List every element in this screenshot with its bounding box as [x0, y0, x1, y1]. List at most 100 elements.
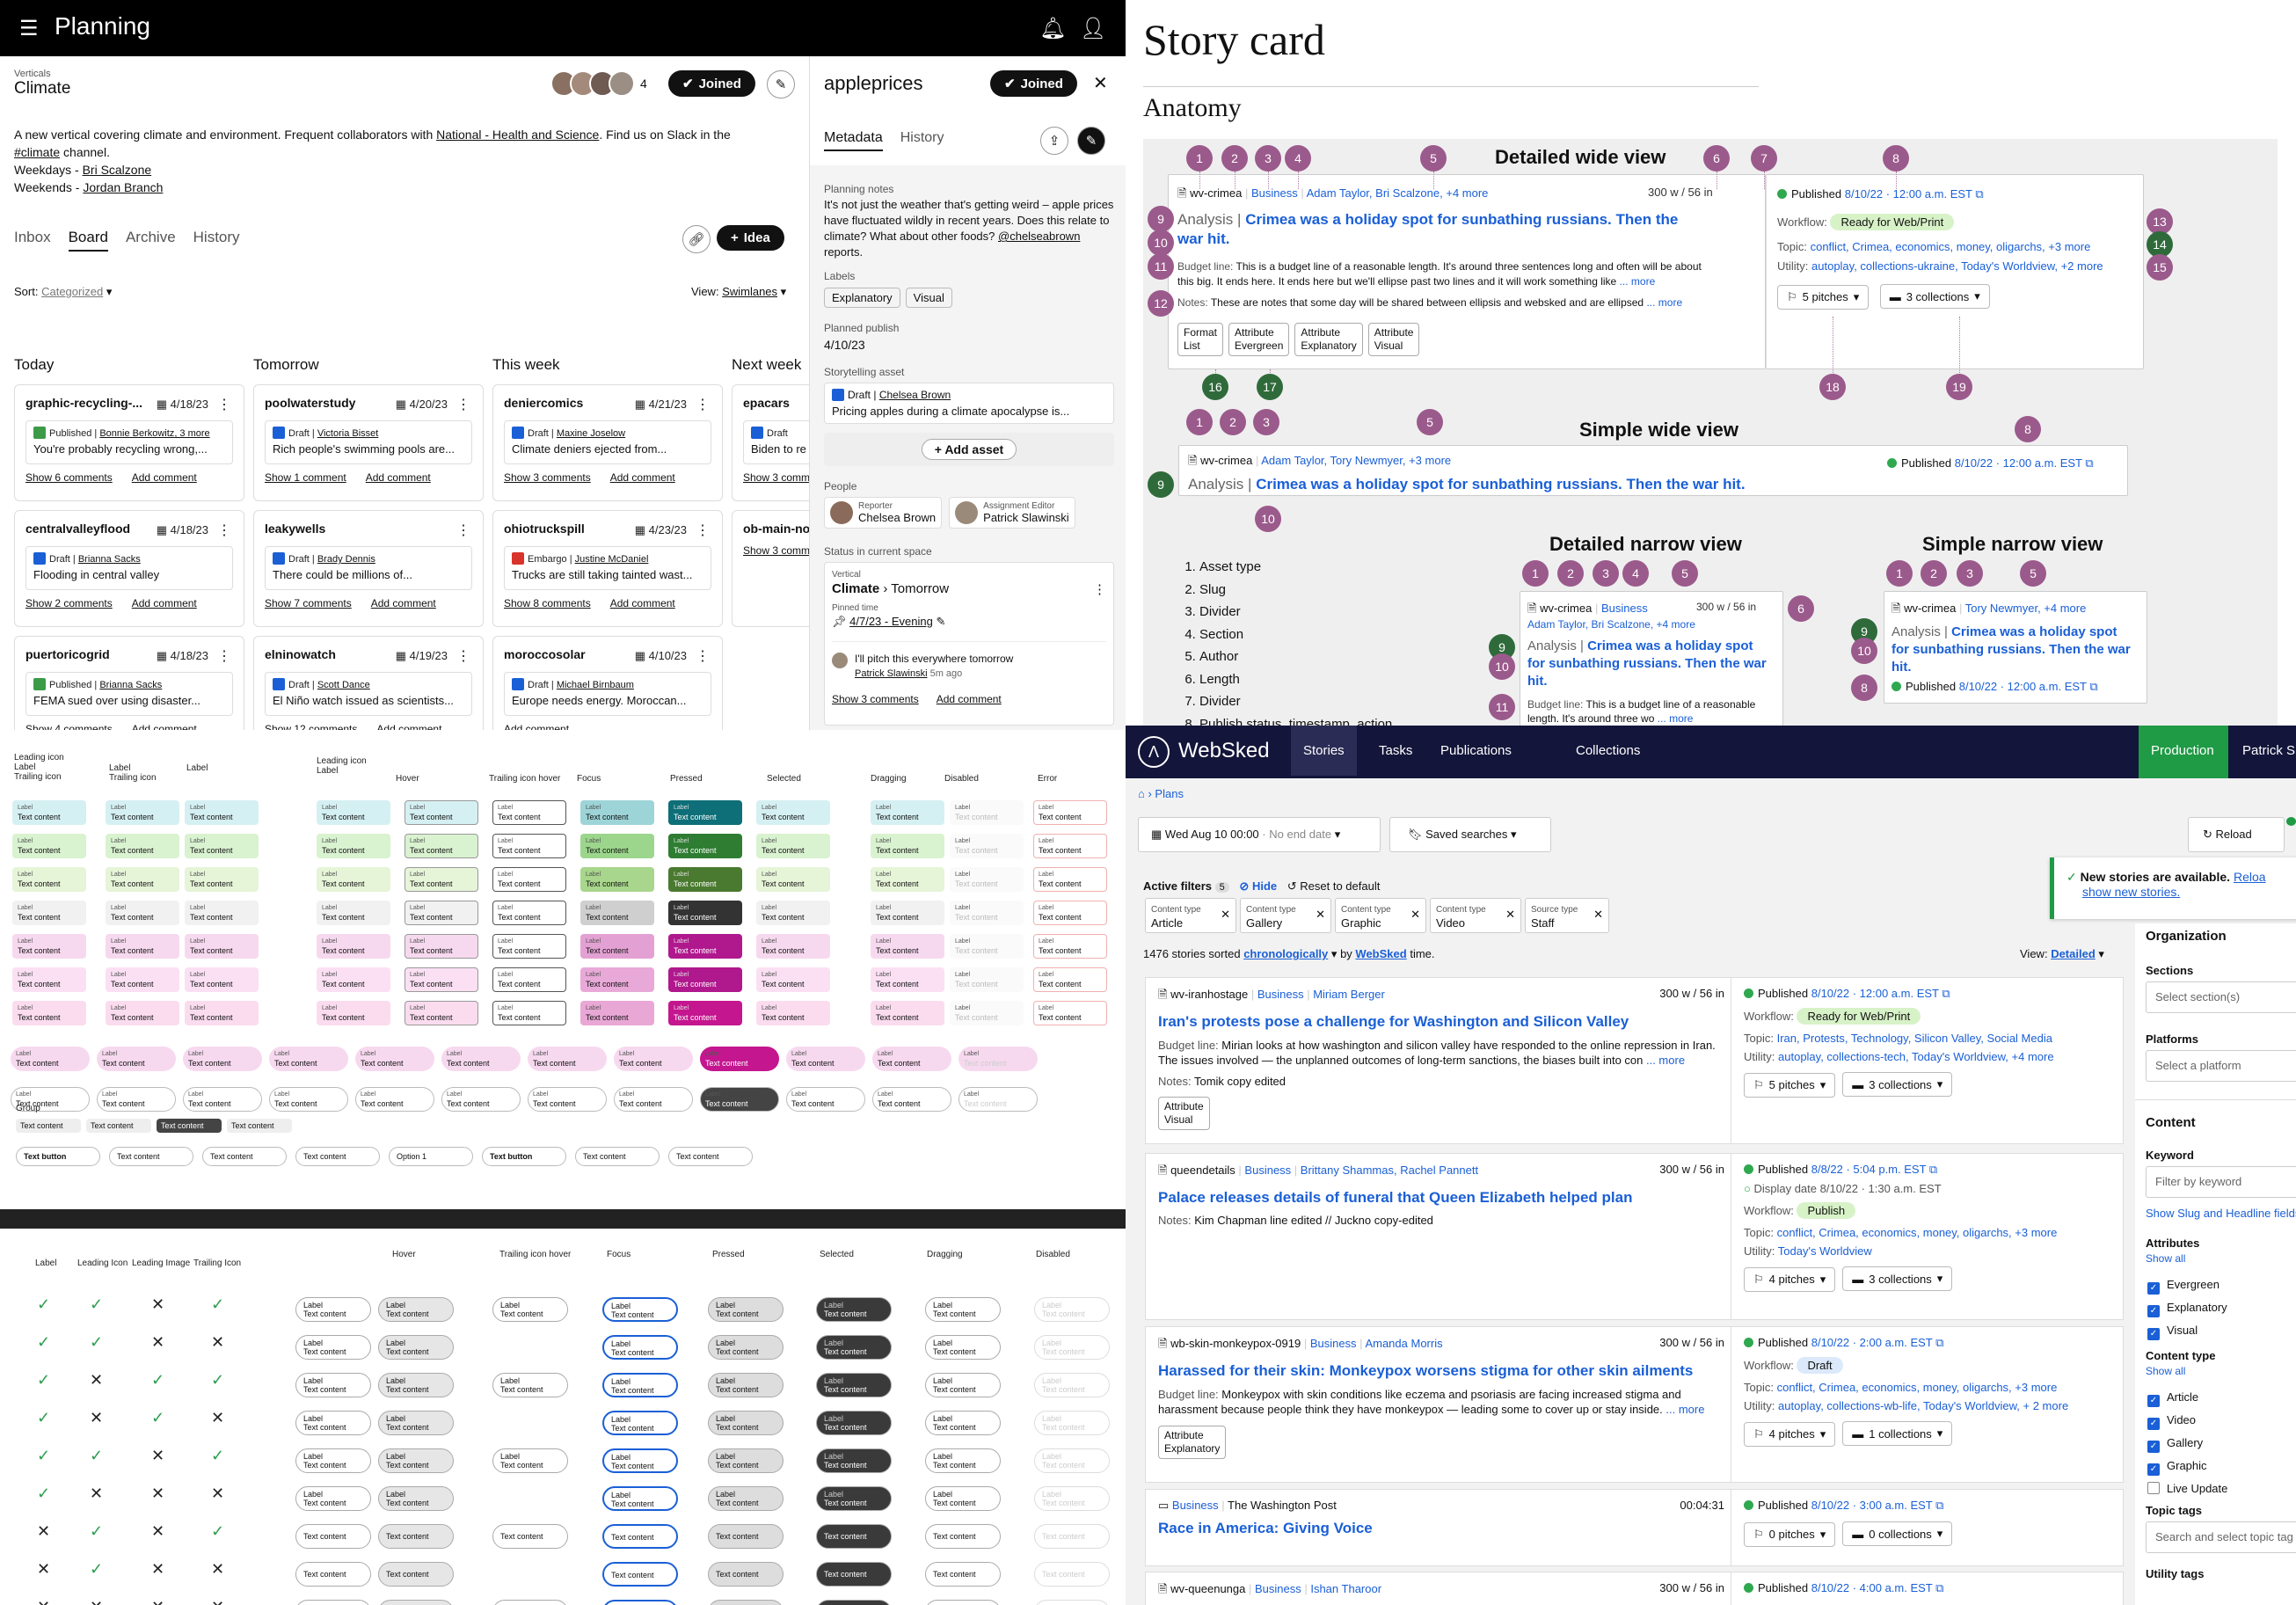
add-comment-link[interactable]: Add comment: [376, 723, 441, 730]
share-icon[interactable]: ⇪: [1040, 127, 1068, 155]
pill-chip[interactable]: Label Text content: [492, 1297, 568, 1322]
content-type-checkbox[interactable]: Live Update: [2147, 1477, 2227, 1500]
add-idea-button[interactable]: + Idea: [717, 225, 784, 251]
link-icon[interactable]: 🔗︎: [682, 225, 711, 253]
add-comment-link[interactable]: Add comment: [132, 597, 197, 609]
chip[interactable]: Label Text content: [405, 1001, 478, 1025]
pill-chip[interactable]: Label Text content: [602, 1335, 678, 1360]
chip[interactable]: Label Text content: [756, 834, 830, 858]
chip[interactable]: Label Text content: [317, 901, 390, 925]
card-asset[interactable]: Draft | Scott Dance El Niño watch issued …: [265, 672, 472, 716]
attribute-checkbox[interactable]: ✓ Evergreen: [2147, 1273, 2227, 1296]
pill-chip[interactable]: Label Text content: [602, 1297, 678, 1322]
chip[interactable]: Label Text content: [1033, 934, 1107, 959]
more-icon[interactable]: ⋮: [456, 522, 470, 539]
story-authors[interactable]: Amanda Morris: [1365, 1337, 1442, 1350]
edit-icon[interactable]: ✎: [936, 615, 945, 628]
chip[interactable]: Label Text content: [317, 800, 390, 825]
pill-chip[interactable]: Text content: [602, 1562, 678, 1587]
pill-chip[interactable]: Label Text content: [708, 1373, 784, 1397]
nav-publications[interactable]: Publications: [1440, 743, 1512, 758]
add-comment-link[interactable]: Add comment: [937, 693, 1002, 705]
chip[interactable]: Label Text content: [492, 867, 566, 892]
pill-chip[interactable]: Label Text content: [786, 1047, 865, 1071]
pill-chip[interactable]: Label Text content: [183, 1087, 262, 1112]
chip-button[interactable]: Text button: [16, 1147, 100, 1166]
pill-chip[interactable]: Label Text content: [958, 1087, 1038, 1112]
pill-chip[interactable]: Label Text content: [269, 1047, 348, 1071]
pitches-dropdown[interactable]: ⚐ 4 pitches ▾: [1744, 1266, 1836, 1292]
pill-chip[interactable]: Label Text content: [1034, 1411, 1110, 1435]
external-link-icon[interactable]: ⧉: [1933, 1581, 1943, 1594]
chip-button[interactable]: Text content: [575, 1147, 660, 1166]
external-link-icon[interactable]: ⧉: [1926, 1163, 1937, 1176]
filter-chip[interactable]: Content type Graphic ✕: [1335, 898, 1426, 933]
pill-chip[interactable]: Label Text content: [1034, 1486, 1110, 1511]
more-icon[interactable]: ⋮: [217, 647, 231, 665]
story-card[interactable]: poolwaterstudy ▦ 4/20/23 ⋮ Draft | Victoria…: [253, 384, 484, 501]
collections-dropdown[interactable]: ▬ 3 collections ▾: [1842, 1072, 1953, 1097]
chip[interactable]: Label Text content: [871, 834, 944, 858]
chip[interactable]: Label Text content: [668, 934, 742, 959]
pill-chip[interactable]: Label Text content: [378, 1448, 454, 1473]
collections-dropdown[interactable]: ▬ 3 collections ▾: [1879, 284, 1990, 309]
pill-chip[interactable]: Label Text content: [708, 1486, 784, 1511]
weekends-person[interactable]: Jordan Branch: [83, 180, 163, 194]
chip[interactable]: Label Text content: [580, 901, 654, 925]
joined-button[interactable]: ✔ Joined: [668, 70, 755, 97]
pill-chip[interactable]: Label Text content: [295, 1411, 371, 1435]
chip[interactable]: Label Text content: [950, 967, 1024, 992]
pill-chip[interactable]: Text content: [708, 1600, 784, 1605]
add-comment-link[interactable]: Add comment: [610, 597, 675, 609]
pill-chip[interactable]: Text content: [295, 1600, 371, 1605]
detailed-wide-card[interactable]: 🗎︎ wv-crimea | Business | Adam Taylor, B…: [1168, 174, 1766, 369]
pill-chip[interactable]: Label Text content: [269, 1087, 348, 1112]
pill-chip[interactable]: Text content: [602, 1600, 678, 1605]
add-comment-link[interactable]: Add comment: [371, 597, 436, 609]
pill-chip[interactable]: Label Text content: [614, 1047, 693, 1071]
pill-chip[interactable]: Text content: [1034, 1562, 1110, 1587]
pill-chip[interactable]: Text content: [378, 1562, 454, 1587]
chip[interactable]: Label Text content: [12, 867, 86, 892]
story-card[interactable]: 🗎︎ wv-iranhostage | Business | Miriam Be…: [1145, 977, 2124, 1144]
pill-chip[interactable]: Label Text content: [295, 1373, 371, 1397]
card-asset[interactable]: Draft | Maxine Joselow Climate deniers ej…: [504, 420, 711, 464]
pill-chip[interactable]: Label Text content: [441, 1047, 521, 1071]
chip[interactable]: Label Text content: [317, 867, 390, 892]
pill-chip[interactable]: Label Text content: [528, 1087, 607, 1112]
chip[interactable]: Label Text content: [1033, 967, 1107, 992]
tab-history[interactable]: History: [900, 130, 944, 151]
pill-chip[interactable]: Label Text content: [1034, 1448, 1110, 1473]
content-type-checkbox[interactable]: ✓ Gallery: [2147, 1432, 2227, 1455]
grouped-chip[interactable]: Text content: [16, 1119, 81, 1133]
pill-chip[interactable]: Text content: [925, 1600, 1001, 1605]
pill-chip[interactable]: Label Text content: [295, 1486, 371, 1511]
pill-chip[interactable]: Label Text content: [183, 1047, 262, 1071]
chip[interactable]: Label Text content: [106, 934, 179, 959]
add-comment-link[interactable]: Add comment: [366, 471, 431, 484]
chip[interactable]: Label Text content: [580, 934, 654, 959]
story-card[interactable]: graphic-recycling-... ▦ 4/18/23 ⋮ Published…: [14, 384, 244, 501]
chip[interactable]: Label Text content: [405, 800, 478, 825]
chip[interactable]: Label Text content: [756, 800, 830, 825]
story-authors[interactable]: Brittany Shammas, Rachel Pannett: [1301, 1164, 1478, 1177]
pill-chip[interactable]: Label Text content: [925, 1373, 1001, 1397]
tab-metadata[interactable]: Metadata: [824, 130, 883, 151]
chip[interactable]: Label Text content: [871, 901, 944, 925]
show-slug-headline-link[interactable]: Show Slug and Headline fields: [2146, 1207, 2296, 1220]
label-chip[interactable]: Visual: [905, 288, 952, 308]
pill-chip[interactable]: Label Text content: [602, 1448, 678, 1473]
pill-chip[interactable]: Label Text content: [492, 1448, 568, 1473]
show-comments-link[interactable]: Show 3 comments: [504, 471, 591, 484]
external-link-icon[interactable]: ⧉: [1939, 987, 1950, 1000]
simple-narrow-card[interactable]: 🗎︎ wv-crimea | Tory Newmyer, +4 more Ana…: [1884, 591, 2147, 704]
pill-chip[interactable]: Label Text content: [378, 1411, 454, 1435]
chip-button[interactable]: Option 1: [389, 1147, 473, 1166]
chip[interactable]: Label Text content: [1033, 1001, 1107, 1025]
story-headline[interactable]: Harassed for their skin: Monkeypox worse…: [1158, 1362, 1721, 1380]
chip-button[interactable]: Text content: [295, 1147, 380, 1166]
content-type-checkbox[interactable]: ✓ Graphic: [2147, 1455, 2227, 1477]
chip[interactable]: Label Text content: [580, 967, 654, 992]
pill-chip[interactable]: Text content: [1034, 1600, 1110, 1605]
pill-chip[interactable]: Label Text content: [816, 1373, 892, 1397]
